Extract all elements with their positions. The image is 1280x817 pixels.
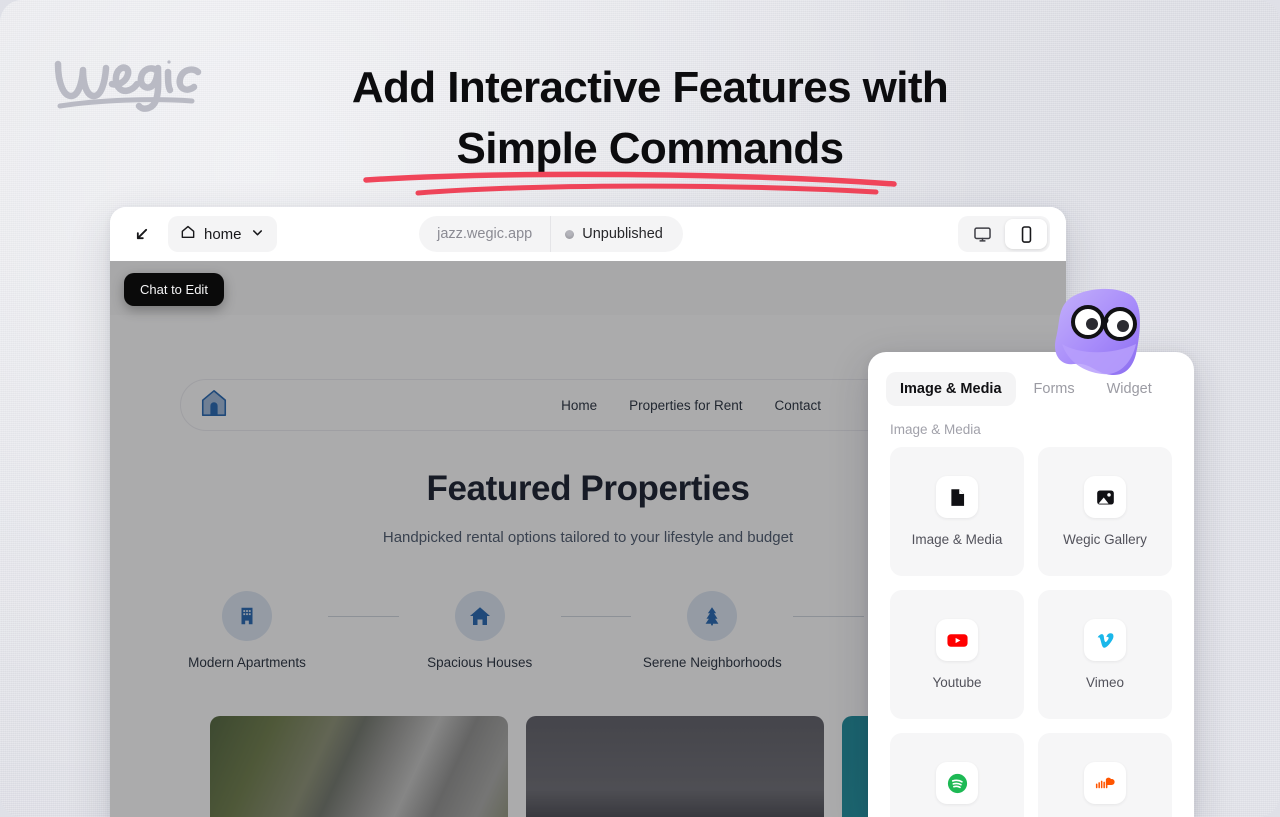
house-icon <box>454 591 505 641</box>
feature-label: Serene Neighborhoods <box>642 655 782 670</box>
collapse-arrow-icon[interactable] <box>126 218 158 250</box>
house-logo-icon[interactable] <box>199 388 229 423</box>
media-card-image-media[interactable]: Image & Media <box>890 447 1024 576</box>
editor-toolbar: home jazz.wegic.app Unpublished <box>110 207 1066 261</box>
youtube-icon <box>936 619 978 661</box>
site-nav-item-properties[interactable]: Properties for Rent <box>629 398 742 413</box>
site-nav-item-home[interactable]: Home <box>561 398 597 413</box>
url-display[interactable]: jazz.wegic.app <box>419 216 550 252</box>
media-card-label: Wegic Gallery <box>1063 532 1147 547</box>
chevron-down-icon <box>250 225 265 244</box>
photo-icon <box>1084 476 1126 518</box>
property-card-image[interactable] <box>210 716 508 817</box>
site-nav-item-contact[interactable]: Contact <box>774 398 821 413</box>
home-icon <box>180 224 196 244</box>
media-card-label: Image & Media <box>911 532 1003 547</box>
feature-label: Modern Apartments <box>188 655 306 670</box>
page-background: Add Interactive Features with Simple Com… <box>0 0 1280 817</box>
desktop-view-button[interactable] <box>961 219 1003 249</box>
feature-divider <box>560 616 632 617</box>
feature-label: Spacious Houses <box>427 655 533 670</box>
site-nav-links: Home Properties for Rent Contact <box>561 398 821 413</box>
feature-divider <box>793 616 865 617</box>
vimeo-icon <box>1084 619 1126 661</box>
media-card-spotify[interactable]: Spotify <box>890 733 1024 817</box>
publish-status-badge[interactable]: Unpublished <box>550 216 683 252</box>
file-image-icon <box>936 476 978 518</box>
page-title: Add Interactive Features with Simple Com… <box>240 58 1060 179</box>
soundcloud-icon <box>1084 762 1126 804</box>
feature-item-apartments: Modern Apartments <box>166 591 328 670</box>
wegic-logo <box>44 40 224 120</box>
media-card-soundcloud[interactable]: SoundCloud <box>1038 733 1172 817</box>
tree-icon <box>687 591 738 641</box>
tab-image-media[interactable]: Image & Media <box>886 372 1016 406</box>
building-icon <box>222 591 272 641</box>
headline-line-1: Add Interactive Features with <box>351 63 949 112</box>
feature-divider <box>328 616 399 617</box>
property-card-image[interactable] <box>526 716 824 817</box>
wegic-mascot-icon <box>1044 282 1154 387</box>
site-top-band <box>110 261 1066 315</box>
panel-section-label: Image & Media <box>890 422 981 437</box>
media-options-grid: Image & Media Wegic Gallery Youtube Vime… <box>868 447 1194 817</box>
media-card-vimeo[interactable]: Vimeo <box>1038 590 1172 719</box>
spotify-icon <box>936 762 978 804</box>
feature-item-houses: Spacious Houses <box>399 591 561 670</box>
viewport-toggle-group <box>958 216 1050 252</box>
media-card-label: Vimeo <box>1085 675 1125 690</box>
insert-element-panel: Image & Media Forms Widget Image & Media… <box>868 352 1194 817</box>
address-status-group: jazz.wegic.app Unpublished <box>419 216 683 252</box>
feature-item-neighborhoods: Serene Neighborhoods <box>631 591 793 670</box>
page-selector-dropdown[interactable]: home <box>168 216 277 252</box>
media-card-label: Youtube <box>932 675 982 690</box>
chat-to-edit-button[interactable]: Chat to Edit <box>124 273 224 306</box>
headline-underline-stroke <box>360 168 900 202</box>
mobile-view-button[interactable] <box>1005 219 1047 249</box>
status-label: Unpublished <box>582 226 663 242</box>
page-name-label: home <box>204 225 242 243</box>
media-card-wegic-gallery[interactable]: Wegic Gallery <box>1038 447 1172 576</box>
media-card-youtube[interactable]: Youtube <box>890 590 1024 719</box>
status-dot-icon <box>565 229 575 239</box>
